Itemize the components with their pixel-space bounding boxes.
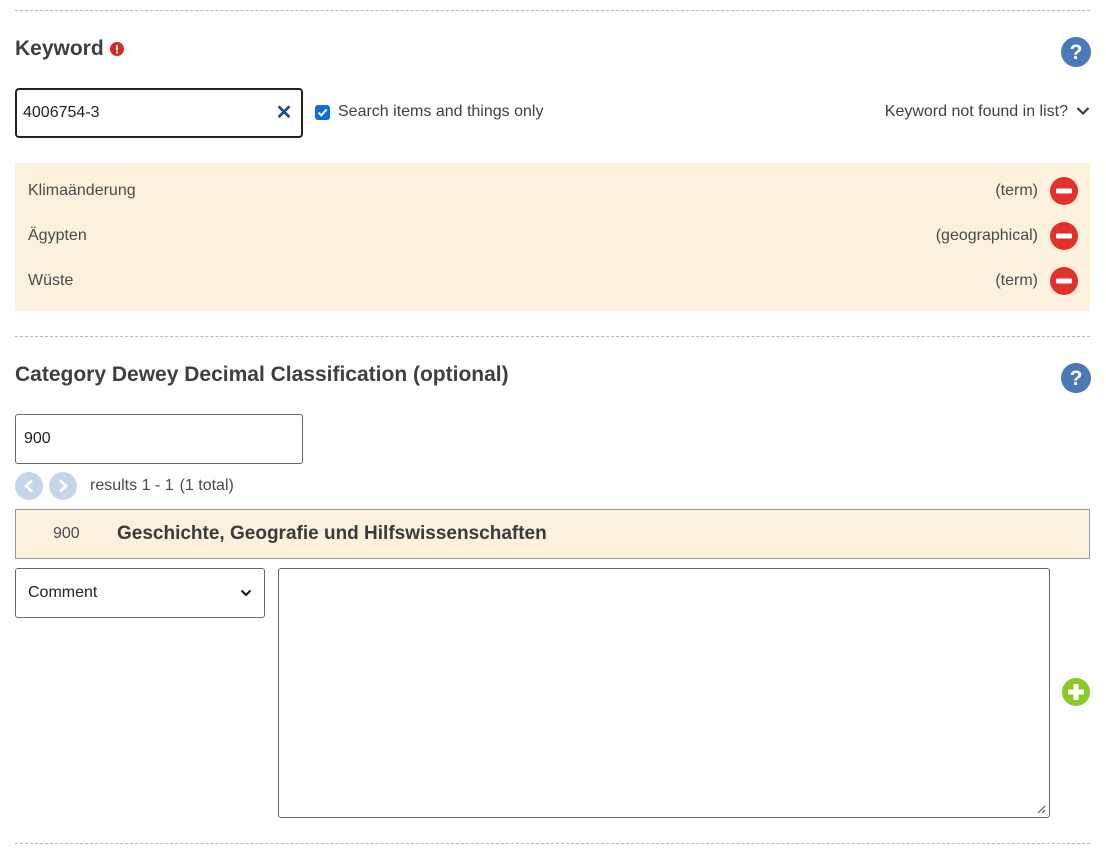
ddc-search-input[interactable] xyxy=(16,415,302,463)
next-page-button[interactable] xyxy=(49,472,77,500)
keyword-item-type: (term) xyxy=(995,272,1038,289)
keyword-search-field[interactable]: ✕ xyxy=(15,88,303,138)
chevron-left-icon xyxy=(24,479,33,493)
keyword-item-type: (term) xyxy=(995,182,1038,199)
ddc-result-code: 900 xyxy=(53,525,80,542)
close-icon[interactable]: ✕ xyxy=(275,103,293,123)
comment-textarea[interactable] xyxy=(279,569,1049,817)
add-comment-button[interactable] xyxy=(1062,678,1090,706)
keyword-title-text: Keyword xyxy=(15,37,104,60)
ddc-result-row[interactable]: 900 Geschichte, Geografie und Hilfswisse… xyxy=(15,509,1090,559)
keyword-not-found-label: Keyword not found in list? xyxy=(884,103,1068,120)
remove-keyword-button[interactable] xyxy=(1050,267,1078,295)
search-items-only-label: Search items and things only xyxy=(338,103,544,120)
previous-page-button[interactable] xyxy=(15,472,43,500)
ddc-title: Category Dewey Decimal Classification (o… xyxy=(15,363,509,387)
keyword-item-label: Wüste xyxy=(28,272,74,289)
svg-text:?: ? xyxy=(1070,367,1083,390)
keyword-item: Klimaänderung (term) xyxy=(15,171,1090,211)
question-circle-icon[interactable]: ? xyxy=(1061,363,1091,393)
minus-circle-icon xyxy=(1050,177,1078,205)
keyword-item-type: (geographical) xyxy=(935,227,1038,244)
keyword-item: Wüste (term) xyxy=(15,261,1090,301)
keyword-not-found-toggle[interactable]: Keyword not found in list? xyxy=(885,103,1090,121)
comment-textarea-field[interactable] xyxy=(278,568,1050,818)
comment-type-value: Comment xyxy=(28,584,98,601)
svg-text:?: ? xyxy=(1070,41,1083,64)
results-range: results 1 - 1 xyxy=(90,477,174,494)
top-divider xyxy=(15,10,1090,11)
chevron-down-icon xyxy=(1076,103,1090,121)
ddc-title-text: Category Dewey Decimal Classification (o… xyxy=(15,363,509,386)
minus-circle-icon xyxy=(1050,222,1078,250)
results-total: (1 total) xyxy=(179,477,234,494)
results-pager: results 1 - 1 (1 total) xyxy=(15,472,234,500)
remove-keyword-button[interactable] xyxy=(1050,222,1078,250)
keyword-item-label: Ägypten xyxy=(28,227,87,244)
question-circle-icon[interactable]: ? xyxy=(1061,37,1091,67)
selected-keyword-list: Klimaänderung (term) Ägypten (geographic… xyxy=(15,163,1090,311)
section-divider xyxy=(15,336,1090,337)
search-items-only-checkbox[interactable] xyxy=(315,104,330,120)
comment-type-select[interactable]: Comment xyxy=(15,568,265,618)
keyword-search-input[interactable] xyxy=(17,90,301,136)
chevron-down-icon xyxy=(240,584,252,602)
plus-circle-icon xyxy=(1062,678,1090,706)
keyword-item: Ägypten (geographical) xyxy=(15,216,1090,256)
search-items-only-option[interactable]: Search items and things only xyxy=(315,103,543,121)
ddc-result-label: Geschichte, Geografie und Hilfswissensch… xyxy=(117,523,547,544)
keyword-item-label: Klimaänderung xyxy=(28,182,136,199)
remove-keyword-button[interactable] xyxy=(1050,177,1078,205)
ddc-search-field[interactable] xyxy=(15,414,303,464)
resize-handle-icon[interactable] xyxy=(1036,804,1046,814)
keyword-title: Keyword xyxy=(15,37,124,61)
bottom-divider xyxy=(15,843,1090,844)
exclamation-circle-icon xyxy=(109,42,124,56)
minus-circle-icon xyxy=(1050,267,1078,295)
chevron-right-icon xyxy=(59,479,68,493)
